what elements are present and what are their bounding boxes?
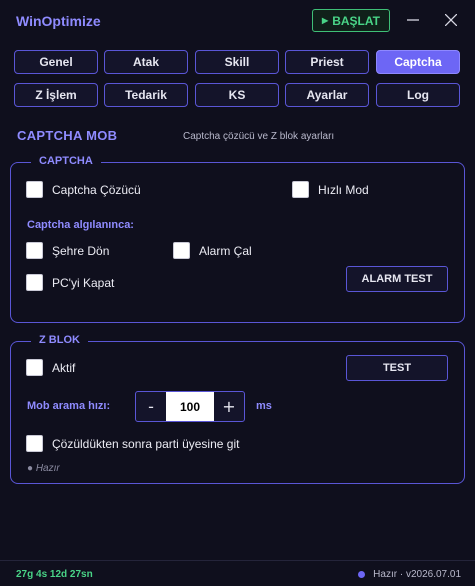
captcha-legend: CAPTCHA: [31, 155, 101, 167]
status-dot-icon: [358, 571, 366, 578]
z-blok-active-checkbox[interactable]: [26, 359, 43, 376]
tab-captcha[interactable]: Captcha: [376, 50, 460, 74]
tab-priest[interactable]: Priest: [285, 50, 369, 74]
tab-ks[interactable]: KS: [195, 83, 279, 107]
party-follow-label: Çözüldükten sonra parti üyesine git: [52, 436, 240, 451]
tab-genel[interactable]: Genel: [14, 50, 98, 74]
mob-speed-input[interactable]: 100: [166, 392, 214, 421]
start-button[interactable]: ▶ BAŞLAT: [312, 9, 390, 32]
captcha-solver-checkbox[interactable]: [26, 181, 43, 198]
tab-skill[interactable]: Skill: [195, 50, 279, 74]
captcha-group: CAPTCHA Captcha Çözücü Hızlı Mod Captcha…: [10, 155, 465, 323]
status-bar: 27g 4s 12d 27sn Hazır · v2026.07.01: [0, 560, 475, 586]
z-blok-active-label: Aktif: [52, 360, 76, 375]
return-town-label: Şehre Dön: [52, 243, 110, 258]
tab-tedarik[interactable]: Tedarik: [104, 83, 188, 107]
shutdown-pc-checkbox[interactable]: [26, 274, 43, 291]
title-bar: WinOptimize ▶ BAŞLAT: [0, 0, 475, 44]
z-blok-status: ● Hazır: [27, 463, 60, 474]
return-town-option[interactable]: Şehre Dön: [26, 242, 109, 259]
increment-button[interactable]: +: [214, 392, 244, 421]
on-detect-label: Captcha algılanınca:: [27, 219, 134, 231]
tab-z-islem[interactable]: Z İşlem: [14, 83, 98, 107]
shutdown-pc-label: PC'yi Kapat: [52, 275, 115, 290]
return-town-checkbox[interactable]: [26, 242, 43, 259]
tab-atak[interactable]: Atak: [104, 50, 188, 74]
tab-ayarlar[interactable]: Ayarlar: [285, 83, 369, 107]
fast-mode-label: Hızlı Mod: [318, 182, 369, 197]
fast-mode-checkbox[interactable]: [292, 181, 309, 198]
z-blok-test-button[interactable]: TEST: [346, 355, 448, 381]
alarm-test-button[interactable]: ALARM TEST: [346, 266, 448, 292]
party-follow-checkbox[interactable]: [26, 435, 43, 452]
fast-mode-option[interactable]: Hızlı Mod: [292, 181, 369, 198]
close-icon: [445, 14, 457, 26]
alarm-checkbox[interactable]: [173, 242, 190, 259]
party-follow-option[interactable]: Çözüldükten sonra parti üyesine git: [26, 435, 239, 452]
mob-speed-unit: ms: [256, 400, 272, 412]
z-blok-active-option[interactable]: Aktif: [26, 359, 75, 376]
mob-speed-label: Mob arama hızı:: [27, 400, 111, 412]
mob-speed-stepper: - 100 +: [135, 391, 245, 422]
start-label: BAŞLAT: [332, 13, 380, 28]
alarm-label: Alarm Çal: [199, 243, 252, 258]
status-text: Hazır · v2026.07.01: [373, 569, 461, 580]
close-button[interactable]: [441, 10, 461, 30]
z-blok-legend: Z BLOK: [31, 334, 88, 346]
minimize-button[interactable]: [403, 10, 423, 30]
minimize-icon: [407, 19, 419, 21]
tab-log[interactable]: Log: [376, 83, 460, 107]
captcha-solver-option[interactable]: Captcha Çözücü: [26, 181, 141, 198]
play-icon: ▶: [322, 16, 329, 25]
decrement-button[interactable]: -: [136, 392, 166, 421]
status-info: Hazır · v2026.07.01: [358, 569, 461, 580]
shutdown-pc-option[interactable]: PC'yi Kapat: [26, 274, 114, 291]
alarm-option[interactable]: Alarm Çal: [173, 242, 252, 259]
page-subtitle: Captcha çözücü ve Z blok ayarları: [183, 131, 335, 142]
page-title: CAPTCHA MOB: [17, 128, 118, 143]
app-title: WinOptimize: [16, 13, 101, 29]
captcha-solver-label: Captcha Çözücü: [52, 182, 141, 197]
uptime-counter: 27g 4s 12d 27sn: [16, 569, 93, 580]
